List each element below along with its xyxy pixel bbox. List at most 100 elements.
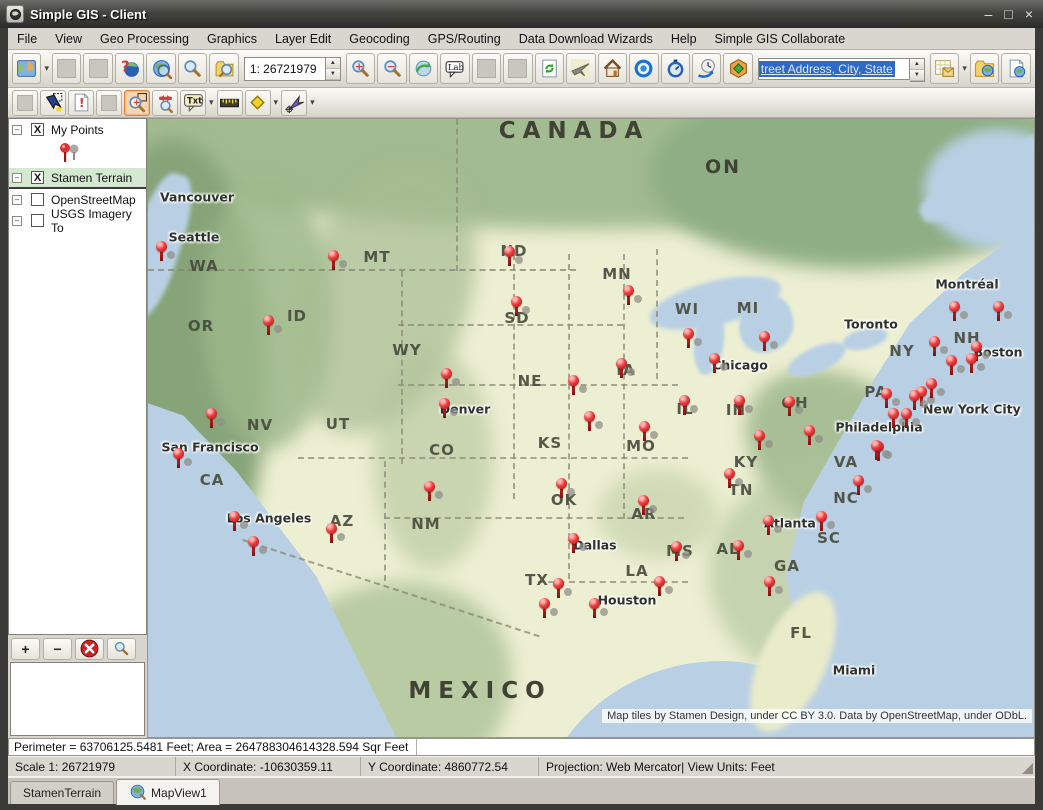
window-title: Simple GIS - Client bbox=[30, 7, 146, 22]
layer-expander[interactable]: – bbox=[12, 195, 22, 205]
record-position-button[interactable] bbox=[629, 53, 658, 84]
layer-label: OpenStreetMap bbox=[51, 193, 136, 207]
edit-empty-2-button[interactable] bbox=[96, 90, 122, 116]
layer-panel: –XMy Points–XStamen Terrain–OpenStreetMa… bbox=[8, 118, 147, 738]
menu-view[interactable]: View bbox=[46, 30, 91, 48]
status-bar: Scale 1: 26721979 X Coordinate: -1063035… bbox=[8, 756, 1035, 776]
minimize-button[interactable]: – bbox=[985, 7, 993, 21]
geofence-tool-button[interactable] bbox=[723, 53, 752, 84]
zoom-in-button[interactable]: + bbox=[346, 53, 375, 84]
map-attribution: Map tiles by Stamen Design, under CC BY … bbox=[602, 709, 1032, 723]
tool-empty-3-button[interactable] bbox=[472, 53, 501, 84]
batch-geocode-dropdown-arrow[interactable]: ▾ bbox=[962, 63, 967, 74]
scale-input[interactable]: 1: 26721979 bbox=[244, 57, 326, 81]
snapping-tool-button[interactable] bbox=[281, 90, 307, 116]
tab-label: MapView1 bbox=[151, 786, 207, 800]
swipe-tool-button[interactable] bbox=[152, 90, 178, 116]
batch-geocode-button[interactable] bbox=[930, 53, 959, 84]
scale-input-combo: 1: 26721979▲▼ bbox=[244, 57, 341, 81]
svg-text:+: + bbox=[355, 61, 364, 73]
remove-layer-button[interactable]: − bbox=[43, 638, 72, 660]
scale-status: Scale 1: 26721979 bbox=[15, 760, 115, 774]
add-layer-button[interactable]: + bbox=[11, 638, 40, 660]
label-features-button[interactable]: Lab bbox=[440, 53, 469, 84]
snapping-tool-dropdown-arrow[interactable]: ▾ bbox=[310, 97, 315, 108]
basemap-picker-dropdown-arrow[interactable]: ▾ bbox=[44, 63, 49, 74]
resize-grip[interactable] bbox=[1022, 763, 1033, 774]
svg-text:−: − bbox=[386, 61, 395, 73]
tool-empty-1-button[interactable] bbox=[52, 53, 81, 84]
refresh-map-button[interactable] bbox=[535, 53, 564, 84]
measure-tool-button[interactable] bbox=[217, 90, 243, 116]
app-icon bbox=[6, 5, 24, 23]
menu-geocoding[interactable]: Geocoding bbox=[340, 30, 418, 48]
x-coordinate: X Coordinate: -10630359.11 bbox=[183, 760, 333, 774]
scale-input-spinner[interactable]: ▲▼ bbox=[326, 57, 341, 81]
tool-empty-4-button[interactable] bbox=[503, 53, 532, 84]
draw-shape-dropdown-arrow[interactable]: ▾ bbox=[274, 97, 279, 108]
identify-globe-button[interactable]: ? bbox=[115, 53, 144, 84]
zoom-rectangle-button[interactable]: + bbox=[124, 90, 150, 116]
layer-item-my-points[interactable]: –XMy Points bbox=[9, 119, 146, 140]
select-features-button[interactable] bbox=[40, 90, 66, 116]
open-gis-data-button[interactable] bbox=[970, 53, 999, 84]
layer-item-usgs-imagery-to[interactable]: –USGS Imagery To bbox=[9, 210, 146, 231]
y-coordinate: Y Coordinate: 4860772.54 bbox=[368, 760, 508, 774]
menu-gps-routing[interactable]: GPS/Routing bbox=[419, 30, 510, 48]
menu-bar: FileViewGeo ProcessingGraphicsLayer Edit… bbox=[8, 28, 1035, 50]
layer-tools: +− bbox=[8, 635, 147, 662]
perimeter-text: Perimeter = 63706125.5481 Feet; Area = 2… bbox=[14, 740, 408, 754]
gps-tracking-button[interactable] bbox=[566, 53, 595, 84]
menu-data-download-wizards[interactable]: Data Download Wizards bbox=[510, 30, 662, 48]
text-annotation-dropdown-arrow[interactable]: ▾ bbox=[209, 97, 214, 108]
edit-empty-1-button[interactable] bbox=[12, 90, 38, 116]
tab-stamenterrain[interactable]: StamenTerrain bbox=[10, 781, 114, 804]
close-button[interactable]: × bbox=[1025, 7, 1033, 21]
layer-expander[interactable]: – bbox=[12, 173, 22, 183]
previous-extent-button[interactable] bbox=[409, 53, 438, 84]
svg-text:?: ? bbox=[121, 59, 130, 76]
menu-file[interactable]: File bbox=[8, 30, 46, 48]
geocode-input-combo: treet Address, City, State▲▼ bbox=[758, 58, 925, 80]
layer-checkbox[interactable]: X bbox=[31, 171, 44, 184]
tab-label: StamenTerrain bbox=[23, 786, 101, 800]
geocode-input-spinner[interactable]: ▲▼ bbox=[910, 58, 925, 82]
layer-label: USGS Imagery To bbox=[51, 207, 146, 235]
layer-item-stamen-terrain[interactable]: –X Stamen Terrain bbox=[9, 168, 146, 189]
layer-checkbox[interactable]: X bbox=[31, 123, 44, 136]
text-annotation-button[interactable]: Txt bbox=[180, 90, 206, 116]
tool-empty-2-button[interactable] bbox=[83, 53, 112, 84]
layer-checkbox[interactable] bbox=[31, 214, 44, 227]
zoom-full-extent-button[interactable] bbox=[146, 53, 175, 84]
tab-mapview1[interactable]: MapView1 bbox=[116, 779, 220, 805]
map-magnifier-icon bbox=[129, 783, 146, 803]
validation-errors-button[interactable]: ! bbox=[68, 90, 94, 116]
maximize-button[interactable]: □ bbox=[1004, 7, 1012, 21]
menu-layer-edit[interactable]: Layer Edit bbox=[266, 30, 340, 48]
zoom-out-button[interactable]: − bbox=[377, 53, 406, 84]
map-view[interactable]: CANADAMEXICOONWAORIDMTWYNVUTCAAZNMCOKSOK… bbox=[147, 118, 1035, 738]
layer-checkbox[interactable] bbox=[31, 193, 44, 206]
history-tool-button[interactable] bbox=[692, 53, 721, 84]
menu-graphics[interactable]: Graphics bbox=[198, 30, 266, 48]
measurement-bar: Perimeter = 63706125.5481 Feet; Area = 2… bbox=[8, 738, 1035, 756]
draw-shape-button[interactable] bbox=[245, 90, 271, 116]
basemap-picker-button[interactable] bbox=[12, 53, 41, 84]
home-extent-button[interactable] bbox=[598, 53, 627, 84]
projection-status: Projection: Web Mercator| View Units: Fe… bbox=[546, 760, 775, 774]
layer-expander[interactable]: – bbox=[12, 125, 22, 135]
layer-expander[interactable]: – bbox=[12, 216, 22, 226]
layer-search-button[interactable] bbox=[107, 638, 136, 660]
new-map-document-button[interactable] bbox=[1001, 53, 1030, 84]
zoom-to-layer-button[interactable] bbox=[209, 53, 238, 84]
geocode-input[interactable]: treet Address, City, State bbox=[758, 58, 910, 80]
menu-geo-processing[interactable]: Geo Processing bbox=[91, 30, 198, 48]
menu-simple-gis-collaborate[interactable]: Simple GIS Collaborate bbox=[706, 30, 855, 48]
delete-layer-button[interactable] bbox=[75, 638, 104, 660]
map-pins bbox=[148, 119, 1034, 737]
menu-help[interactable]: Help bbox=[662, 30, 706, 48]
layer-label: Stamen Terrain bbox=[51, 171, 132, 185]
timer-tool-button[interactable] bbox=[661, 53, 690, 84]
title-bar: Simple GIS - Client – □ × bbox=[0, 0, 1043, 28]
zoom-tool-button[interactable] bbox=[178, 53, 207, 84]
